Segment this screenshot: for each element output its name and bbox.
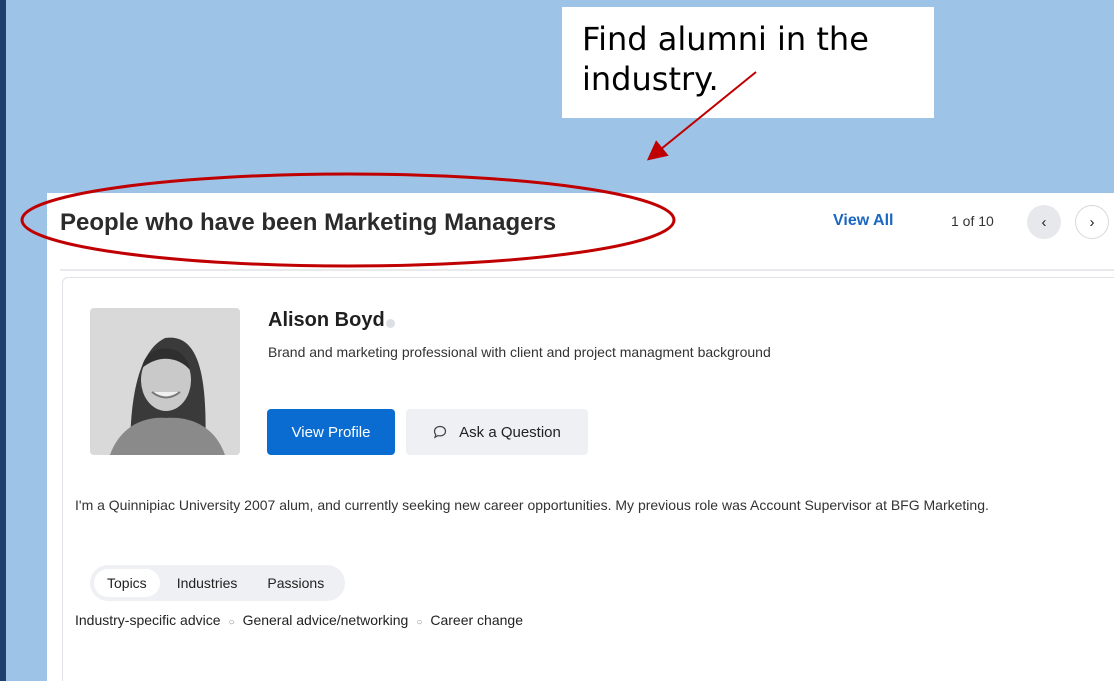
tab-topics[interactable]: Topics [94, 569, 160, 597]
person-name[interactable]: Alison Boyd [268, 309, 385, 332]
avatar-photo [90, 308, 240, 455]
chat-bubble-icon [434, 425, 447, 439]
separator-dot-icon: ○ [416, 617, 423, 628]
avatar[interactable] [90, 308, 240, 455]
callout-text: Find alumni in the industry. [582, 20, 869, 98]
topic-item: General advice/networking [242, 612, 409, 628]
person-headline: Brand and marketing professional with cl… [268, 344, 771, 360]
page-count: 1 of 10 [951, 213, 994, 229]
prev-button[interactable]: ‹ [1027, 205, 1061, 239]
topic-item: Career change [430, 612, 523, 628]
callout-box: Find alumni in the industry. [562, 7, 934, 118]
ask-question-label: Ask a Question [459, 423, 561, 441]
slide-left-edge [0, 0, 6, 681]
person-bio: I'm a Quinnipiac University 2007 alum, a… [75, 497, 989, 513]
chevron-right-icon: › [1089, 213, 1095, 231]
topics-list: Industry-specific advice ○ General advice/… [75, 612, 523, 628]
topic-item: Industry-specific advice [75, 612, 221, 628]
status-dot-icon [386, 319, 395, 328]
next-button[interactable]: › [1075, 205, 1109, 239]
tab-passions[interactable]: Passions [254, 569, 337, 597]
tab-industries[interactable]: Industries [164, 569, 251, 597]
chevron-left-icon: ‹ [1041, 213, 1047, 231]
view-profile-button[interactable]: View Profile [267, 409, 395, 455]
profile-card: Alison Boyd Brand and marketing professi… [62, 277, 1114, 681]
people-section-panel: People who have been Marketing Managers … [47, 193, 1114, 681]
view-all-link[interactable]: View All [833, 212, 893, 230]
section-title: People who have been Marketing Managers [60, 209, 557, 236]
section-divider [60, 269, 1114, 271]
ask-question-button[interactable]: Ask a Question [406, 409, 588, 455]
topic-tabs: Topics Industries Passions [90, 565, 346, 601]
separator-dot-icon: ○ [228, 617, 235, 628]
